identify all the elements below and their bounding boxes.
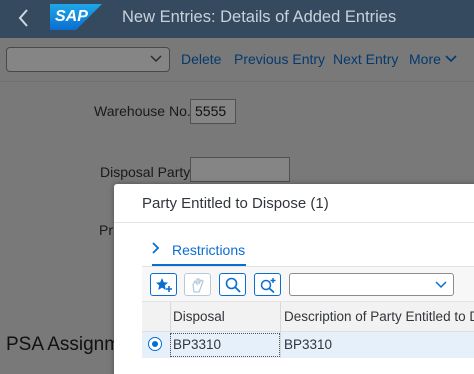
dialog-toolbar bbox=[142, 266, 474, 302]
table-row[interactable]: BP3310 BP3310 bbox=[142, 332, 474, 358]
filter-select[interactable] bbox=[289, 273, 454, 296]
restrictions-toggle[interactable]: Restrictions bbox=[172, 242, 245, 258]
sap-logo-text: SAP bbox=[55, 8, 88, 25]
table-header: Disposal Description of Party Entitled t… bbox=[142, 302, 474, 332]
radio-selected-dot bbox=[152, 341, 158, 347]
column-divider bbox=[280, 302, 281, 332]
column-header-disposal[interactable]: Disposal bbox=[173, 309, 225, 324]
add-favorite-button[interactable] bbox=[150, 273, 177, 296]
sap-logo: SAP bbox=[50, 4, 102, 30]
column-divider bbox=[170, 302, 171, 332]
dialog-title: Party Entitled to Dispose (1) bbox=[142, 195, 329, 212]
column-divider bbox=[280, 332, 281, 358]
page-title: New Entries: Details of Added Entries bbox=[122, 8, 397, 26]
chevron-left-icon[interactable] bbox=[14, 6, 34, 30]
shell-bar: SAP New Entries: Details of Added Entrie… bbox=[0, 0, 474, 38]
cell-disposal[interactable]: BP3310 bbox=[173, 337, 221, 352]
cell-description[interactable]: BP3310 bbox=[284, 337, 332, 352]
chevron-down-icon bbox=[435, 277, 447, 291]
hand-button[interactable] bbox=[184, 273, 211, 296]
search-button[interactable] bbox=[219, 273, 246, 296]
value-help-dialog: Party Entitled to Dispose (1) Restrictio… bbox=[114, 184, 474, 374]
divider bbox=[114, 222, 474, 223]
search-add-button[interactable] bbox=[254, 273, 281, 296]
chevron-right-icon[interactable] bbox=[151, 241, 161, 255]
row-select-radio[interactable] bbox=[148, 337, 162, 351]
column-header-description[interactable]: Description of Party Entitled to Dis bbox=[284, 309, 474, 324]
